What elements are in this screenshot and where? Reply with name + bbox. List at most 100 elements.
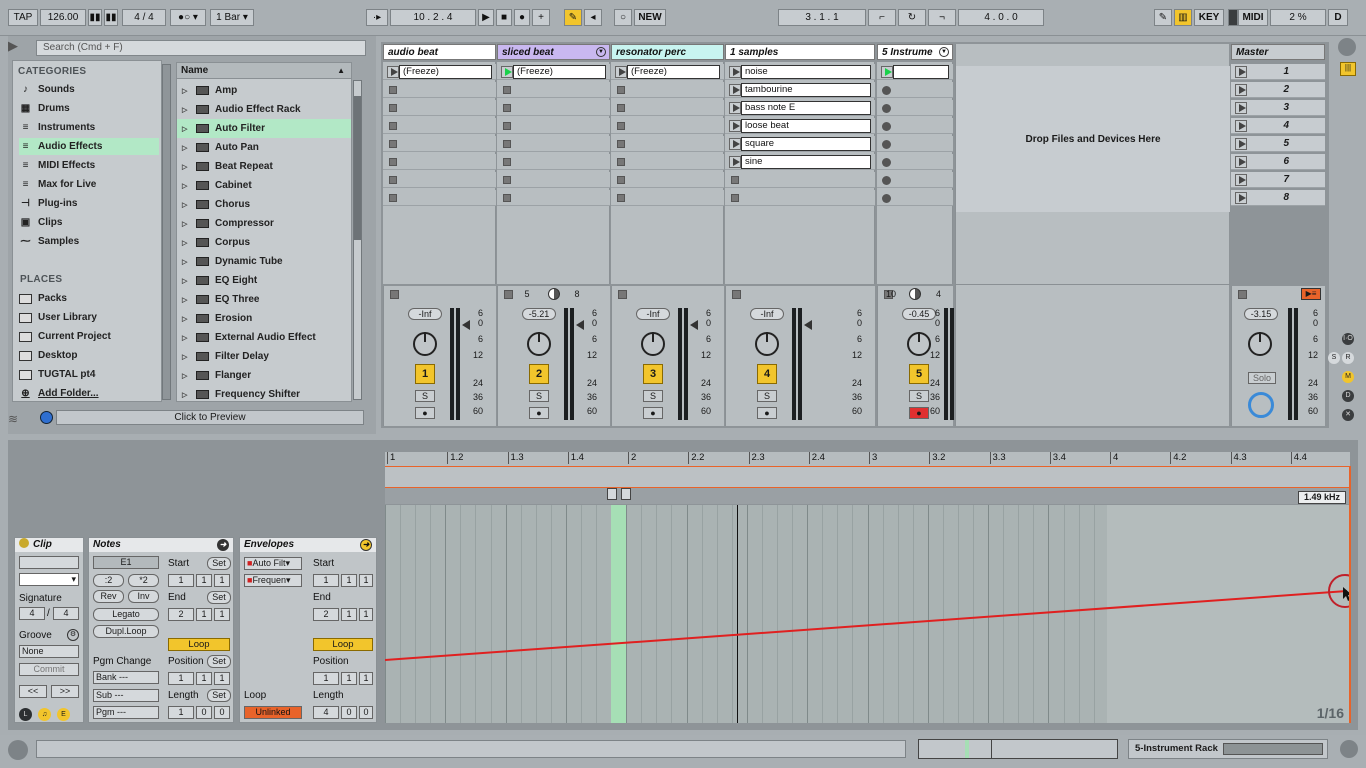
clip-stop-icon[interactable] [389, 104, 397, 112]
end-set-button[interactable]: Set [207, 591, 231, 604]
stop-clips-icon[interactable] [732, 290, 741, 299]
sends-toggle-icon[interactable]: S [1328, 352, 1340, 364]
detail-view-toggle-icon[interactable] [1340, 740, 1358, 758]
clip-name[interactable] [893, 65, 949, 79]
length-sixteenth-field[interactable]: 0 [214, 706, 230, 719]
browser-item[interactable]: ▷ Dynamic Tube [177, 252, 351, 271]
record-arm-slot-icon[interactable] [882, 140, 891, 149]
clip-launch-icon[interactable] [729, 102, 741, 114]
category-drums[interactable]: ▦ Drums [19, 100, 159, 117]
clip-slot[interactable]: bass note E [725, 100, 875, 116]
clip-stop-icon[interactable] [503, 176, 511, 184]
clip-slot[interactable] [611, 136, 724, 152]
envelopes-toggle-icon[interactable]: E [57, 708, 70, 721]
clip-name[interactable]: tambourine [741, 83, 871, 97]
category-clips[interactable]: ▣ Clips [19, 214, 159, 231]
expand-icon[interactable]: ▷ [182, 106, 192, 114]
clip-stop-icon[interactable] [389, 140, 397, 148]
clip-stop-icon[interactable] [503, 104, 511, 112]
clip-stop-icon[interactable] [503, 140, 511, 148]
clip-slot[interactable] [877, 190, 953, 206]
browser-hotswap-icon[interactable]: ≋ [8, 412, 28, 428]
start-set-button[interactable]: Set [207, 557, 231, 570]
category-audio-effects[interactable]: ≡ Audio Effects [19, 138, 159, 155]
clip-stop-icon[interactable] [617, 140, 625, 148]
record-arm-slot-icon[interactable] [882, 194, 891, 203]
clip-launch-icon[interactable] [729, 84, 741, 96]
double-button[interactable]: *2 [128, 574, 159, 587]
browser-item[interactable]: ▷ Frequency Shifter [177, 385, 351, 404]
clip-slot[interactable]: loose beat [725, 118, 875, 134]
browser-item[interactable]: ▷ Erosion [177, 309, 351, 328]
volume-display[interactable]: -Inf [408, 308, 442, 320]
reverse-button[interactable]: Rev [93, 590, 124, 603]
clip-slot[interactable] [497, 136, 610, 152]
session-view-toggle-icon[interactable] [1338, 38, 1356, 56]
end-beat-field[interactable]: 1 [196, 608, 212, 621]
expand-icon[interactable]: ▷ [182, 239, 192, 247]
clip-slot[interactable] [383, 136, 496, 152]
pan-knob[interactable] [755, 332, 779, 356]
clip-color-select[interactable]: ▾ [19, 573, 79, 586]
clip-slot[interactable] [611, 190, 724, 206]
quantize-select[interactable]: 1 Bar ▾ [210, 9, 254, 26]
length-bar-field[interactable]: 1 [168, 706, 194, 719]
clip-slot[interactable] [877, 64, 953, 80]
clip-stop-icon[interactable] [617, 176, 625, 184]
browser-item[interactable]: ▷ Cabinet [177, 176, 351, 195]
clip-slot[interactable]: (Freeze) [383, 64, 496, 80]
unlinked-button[interactable]: Unlinked [244, 706, 302, 719]
clip-stop-icon[interactable] [503, 86, 511, 94]
add-folder-link[interactable]: ⊕ Add Folder... [19, 385, 159, 402]
keyboard-midi-button[interactable]: ▥ [1174, 9, 1192, 26]
clip-slot[interactable] [383, 154, 496, 170]
cue-solo-button[interactable]: Solo [1248, 372, 1276, 384]
scene-launch[interactable]: 5 [1231, 136, 1325, 152]
solo-button[interactable]: S [757, 390, 777, 402]
browser-item[interactable]: ▷ Beat Repeat [177, 157, 351, 176]
draw-mode-button[interactable]: ✎ [1154, 9, 1172, 26]
place-user-library[interactable]: User Library [19, 309, 159, 326]
clip-stop-icon[interactable] [389, 194, 397, 202]
mixer-toggle-icon[interactable]: M [1342, 371, 1354, 383]
clip-slot[interactable] [877, 82, 953, 98]
crossfade-assign-icon[interactable]: ▶≡ [1301, 288, 1321, 300]
env-start-sixteenth-field[interactable]: 1 [359, 574, 373, 587]
length-set-button[interactable]: Set [207, 689, 231, 702]
track-header[interactable]: 5 Instrume ▼ [877, 44, 953, 60]
clip-slot[interactable] [383, 82, 496, 98]
clip-name[interactable]: (Freeze) [399, 65, 492, 79]
loop-start-marker[interactable] [607, 488, 617, 500]
clip-slot[interactable] [497, 154, 610, 170]
expand-icon[interactable]: ▷ [182, 315, 192, 323]
env-end-bar-field[interactable]: 2 [313, 608, 339, 621]
song-position-field[interactable]: 10 . 2 . 4 [390, 9, 476, 26]
env-position-bar-field[interactable]: 1 [313, 672, 339, 685]
clip-launch-icon[interactable] [729, 120, 741, 132]
notes-expand-icon[interactable]: ➜ [217, 539, 229, 551]
metronome-button[interactable]: ●○ ▾ [170, 9, 206, 26]
clip-slot[interactable] [611, 172, 724, 188]
browser-item[interactable]: ▷ Filter Delay [177, 347, 351, 366]
browser-item[interactable]: ▷ Compressor [177, 214, 351, 233]
expand-icon[interactable]: ▷ [182, 391, 192, 399]
start-bar-field[interactable]: 1 [168, 574, 194, 587]
place-tugtal[interactable]: TUGTAL pt4 [19, 366, 159, 383]
clip-name[interactable]: noise [741, 65, 871, 79]
items-scrollbar-thumb[interactable] [354, 96, 361, 240]
end-bar-field[interactable]: 2 [168, 608, 194, 621]
scene-launch-icon[interactable] [1235, 192, 1247, 204]
returns-toggle-icon[interactable]: R [1342, 352, 1354, 364]
place-packs[interactable]: Packs [19, 290, 159, 307]
groove-select[interactable]: None [19, 645, 79, 658]
clip-slot[interactable]: tambourine [725, 82, 875, 98]
clip-activator-icon[interactable] [19, 538, 29, 548]
browser-item[interactable]: ▷ Auto Pan [177, 138, 351, 157]
env-start-beat-field[interactable]: 1 [341, 574, 357, 587]
clip-slot[interactable]: (Freeze) [611, 64, 724, 80]
cue-volume-knob[interactable] [1248, 392, 1274, 418]
scene-launch[interactable]: 8 [1231, 190, 1325, 206]
clip-slot[interactable] [877, 136, 953, 152]
browser-item[interactable]: ▷ Auto Filter [177, 119, 351, 138]
clip-name[interactable]: bass note E [741, 101, 871, 115]
